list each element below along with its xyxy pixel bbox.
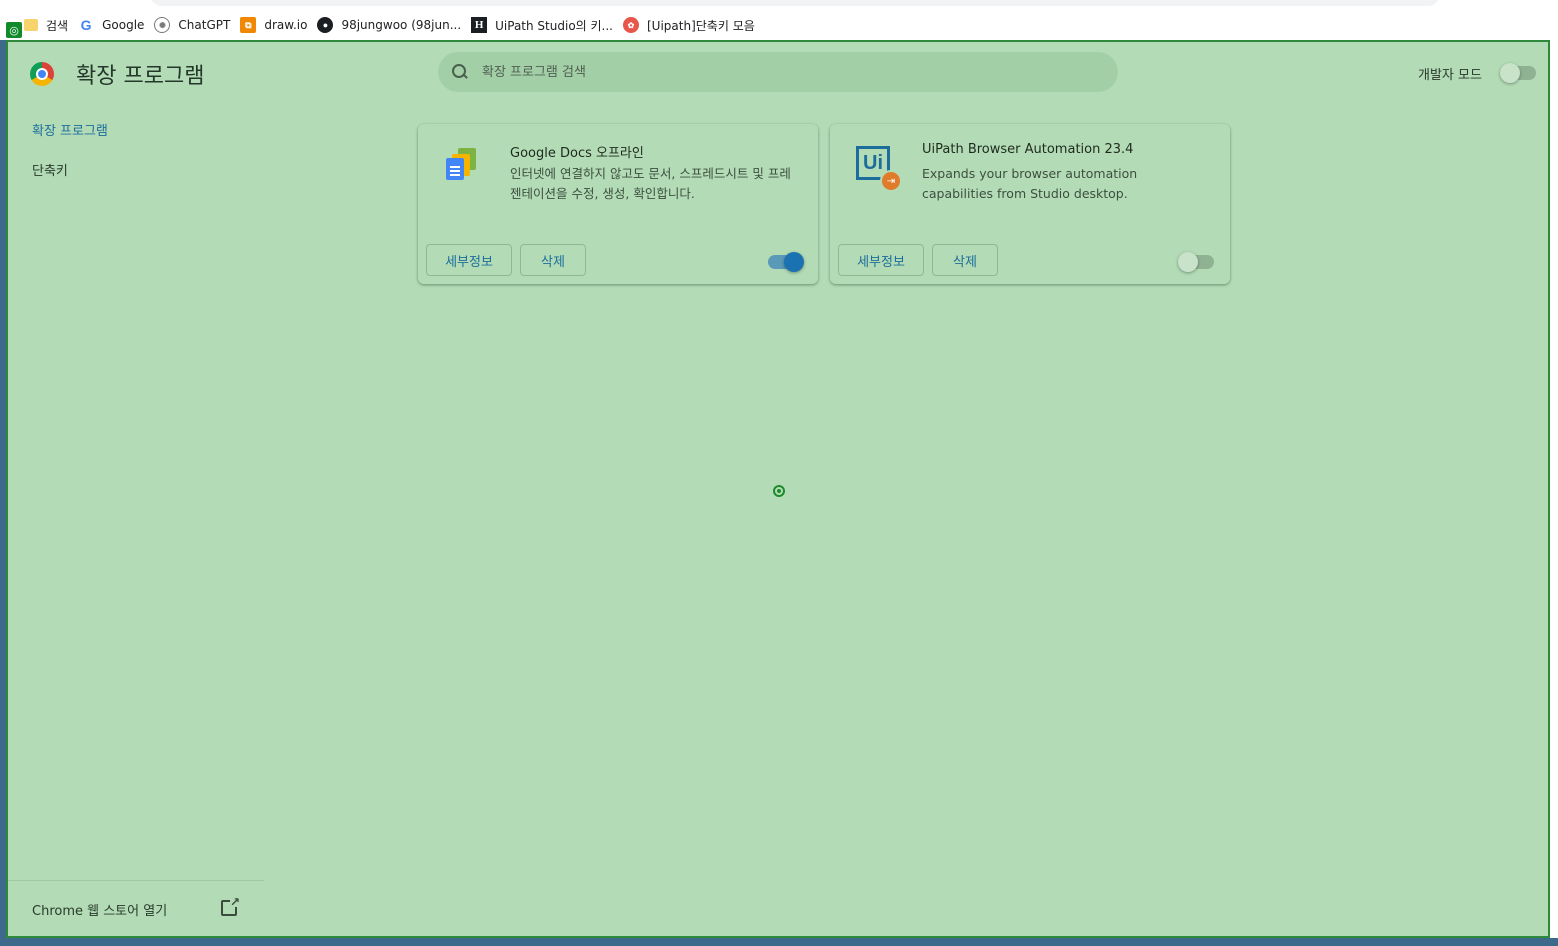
bookmark-label: 98jungwoo (98jun... <box>341 18 462 32</box>
extension-name: UiPath Browser Automation 23.4 <box>922 142 1134 157</box>
sidebar-item-shortcuts[interactable]: 단축키 <box>32 160 68 179</box>
bookmark-uipath-shortcuts[interactable]: ✿ [Uipath]단축키 모음 <box>621 12 763 38</box>
bookmark-label: draw.io <box>264 18 308 32</box>
bookmark-label: ChatGPT <box>178 18 231 32</box>
devmode-toggle[interactable] <box>1500 63 1536 83</box>
extension-card-uipath: Ui ⇥ UiPath Browser Automation 23.4 Expa… <box>830 124 1230 284</box>
omnibox-strip <box>0 0 1558 10</box>
remove-button[interactable]: 삭제 <box>520 244 586 276</box>
extension-card-google-docs: Google Docs 오프라인 인터넷에 연결하지 않고도 문서, 스프레드시… <box>418 124 818 284</box>
bookmark-label: 검색 <box>46 18 69 33</box>
extension-enable-toggle[interactable] <box>1178 252 1214 272</box>
bookmark-github[interactable]: ● 98jungwoo (98jun... <box>315 12 469 38</box>
remove-button[interactable]: 삭제 <box>932 244 998 276</box>
hashnode-icon: H <box>471 17 488 33</box>
right-edge <box>1550 40 1558 938</box>
crosshair-cursor-icon <box>773 485 785 497</box>
search-icon <box>452 64 468 80</box>
bookmark-drawio[interactable]: ⧉ draw.io <box>238 12 315 38</box>
chrome-web-store-link[interactable]: Chrome 웹 스토어 열기 <box>32 900 167 919</box>
folder-icon <box>24 19 38 31</box>
overlay-badge-icon: ◎ <box>6 22 22 38</box>
details-button[interactable]: 세부정보 <box>426 244 512 276</box>
page-title: 확장 프로그램 <box>76 64 205 89</box>
google-docs-icon <box>444 146 480 182</box>
chrome-logo-icon <box>30 62 54 86</box>
bookmark-label: UiPath Studio의 키... <box>495 18 613 33</box>
bookmark-chatgpt[interactable]: ✺ ChatGPT <box>152 12 238 38</box>
devmode-label: 개발자 모드 <box>1418 68 1482 83</box>
bookmark-label: [Uipath]단축키 모음 <box>647 18 755 33</box>
extensions-page: 확장 프로그램 개발자 모드 확장 프로그램 단축키 Chrome 웹 스토어 … <box>6 40 1550 938</box>
google-icon: G <box>80 17 92 33</box>
chatgpt-icon: ✺ <box>154 17 171 33</box>
bookmark-label: Google <box>102 18 145 32</box>
toggle-knob <box>784 252 804 272</box>
details-button[interactable]: 세부정보 <box>838 244 924 276</box>
uipath-bookmark-icon: ✿ <box>623 17 639 33</box>
address-bar[interactable] <box>150 0 1440 6</box>
drawio-icon: ⧉ <box>240 17 257 33</box>
taskbar-strip <box>0 938 1558 946</box>
toggle-knob <box>1500 63 1520 83</box>
toggle-knob <box>1178 252 1198 272</box>
extension-enable-toggle[interactable] <box>768 252 804 272</box>
search-box[interactable] <box>438 52 1118 92</box>
bookmark-search-folder[interactable]: 검색 <box>22 12 76 38</box>
uipath-icon: Ui ⇥ <box>856 146 902 192</box>
bookmarks-bar: 검색 G Google ✺ ChatGPT ⧉ draw.io ● 98jung… <box>0 10 1558 40</box>
uipath-badge-icon: ⇥ <box>880 170 902 192</box>
sidebar-item-extensions[interactable]: 확장 프로그램 <box>32 120 108 139</box>
extension-name: Google Docs 오프라인 <box>510 146 644 161</box>
search-input[interactable] <box>482 64 1082 80</box>
extension-description: Expands your browser automation capabili… <box>922 166 1138 201</box>
open-external-icon[interactable] <box>221 895 240 916</box>
bookmark-google[interactable]: G Google <box>76 12 152 38</box>
sidebar-divider <box>8 880 264 881</box>
bookmark-uipath-studio[interactable]: H UiPath Studio의 키... <box>469 12 621 38</box>
extension-description: 인터넷에 연결하지 않고도 문서, 스프레드시트 및 프레젠테이션을 수정, 생… <box>510 166 791 201</box>
github-icon: ● <box>317 17 334 33</box>
